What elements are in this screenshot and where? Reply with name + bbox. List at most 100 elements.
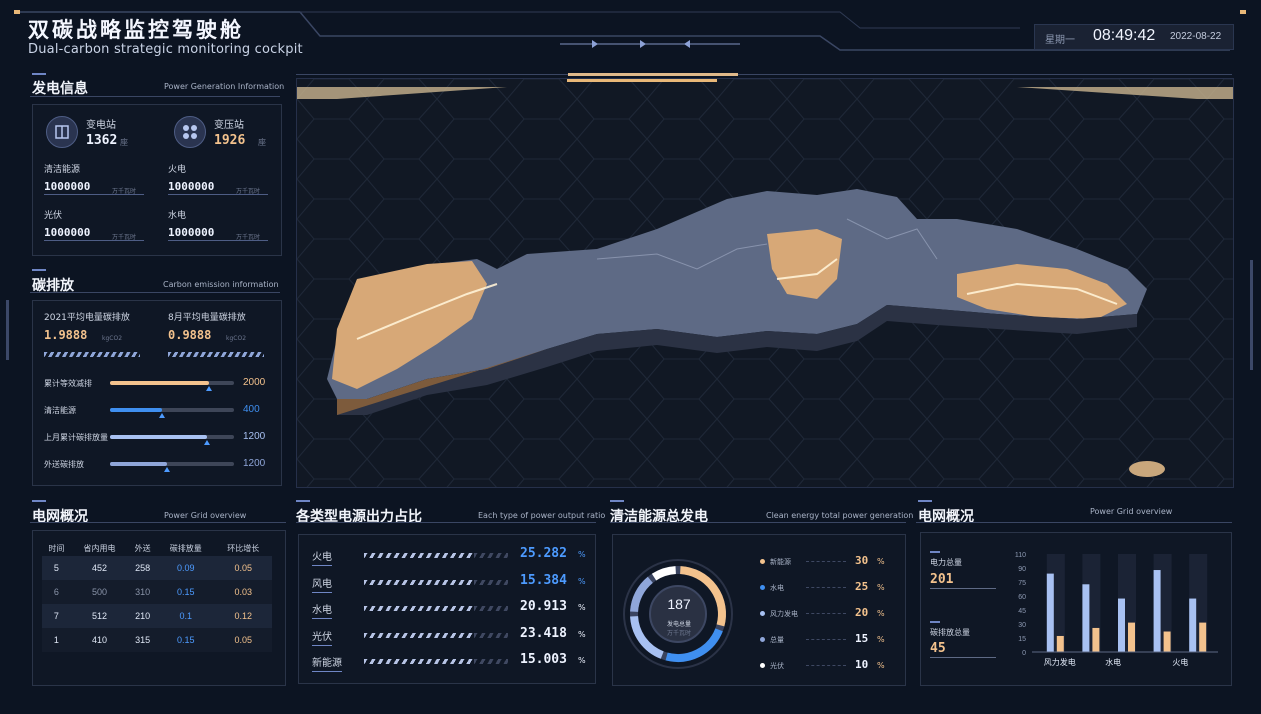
ratio-label: 水电 bbox=[312, 601, 332, 619]
legend-unit: % bbox=[877, 583, 885, 592]
table-cell: 7 bbox=[53, 611, 59, 621]
ratio-label: 火电 bbox=[312, 548, 332, 566]
carbon-year-stripe bbox=[44, 352, 140, 357]
legend-value: 30 bbox=[855, 554, 869, 567]
carbon-total-label: 碳排放总量 bbox=[930, 628, 970, 637]
divider bbox=[168, 194, 268, 195]
legend-leader bbox=[806, 587, 846, 588]
legend-label: 总量 bbox=[770, 636, 784, 644]
bar-series-1[interactable] bbox=[1189, 598, 1197, 652]
table-cell: 258 bbox=[135, 563, 151, 573]
table-row[interactable]: 5 452 258 0.09 0.05 bbox=[42, 556, 272, 580]
table-row[interactable]: 7 512 210 0.1 0.12 bbox=[42, 604, 272, 628]
table-cell: 0.05 bbox=[234, 635, 253, 645]
table-row[interactable]: 1 410 315 0.15 0.05 bbox=[42, 628, 272, 652]
donut-center-label: 发电总量 bbox=[666, 621, 691, 628]
map-3d-view bbox=[297, 79, 1233, 487]
map-panel[interactable] bbox=[296, 78, 1234, 488]
ratio-unit: % bbox=[578, 550, 586, 559]
gen-item-value: 1000000 bbox=[44, 226, 91, 239]
ratio-label: 新能源 bbox=[312, 654, 342, 672]
carbon-bar-fill bbox=[110, 381, 210, 385]
panel-tick bbox=[32, 73, 46, 75]
clean-energy-title: 清洁能源总发电 bbox=[610, 509, 708, 525]
transformer-unit: 座 bbox=[258, 138, 266, 147]
y-tick-label: 110 bbox=[1015, 552, 1026, 559]
ratio-unit: % bbox=[578, 629, 586, 639]
divider bbox=[44, 240, 144, 241]
grid-table-title: 电网概况 bbox=[32, 509, 88, 525]
panel-tick bbox=[32, 269, 46, 271]
table-cell: 0.12 bbox=[234, 611, 253, 621]
bar-series-2[interactable] bbox=[1199, 622, 1207, 652]
donut-segment[interactable] bbox=[651, 566, 677, 581]
y-tick-label: 60 bbox=[1018, 594, 1026, 601]
divider bbox=[930, 657, 996, 658]
legend-leader bbox=[806, 639, 846, 640]
bar-series-2[interactable] bbox=[1163, 631, 1171, 652]
ratio-value: 15.003 bbox=[520, 652, 567, 667]
left-edge-bar bbox=[6, 300, 9, 360]
generation-subtitle: Power Generation Information bbox=[164, 82, 285, 91]
ratio-stripe bbox=[364, 606, 474, 611]
transformer-icon bbox=[174, 116, 206, 148]
y-tick-label: 30 bbox=[1018, 622, 1026, 629]
carbon-bar-track bbox=[110, 381, 234, 385]
right-edge-bar bbox=[1250, 260, 1253, 370]
transformer-label: 变压站 bbox=[214, 120, 244, 131]
panel-tick bbox=[930, 551, 940, 553]
panel-underline bbox=[610, 522, 906, 523]
bar-series-1[interactable] bbox=[1082, 584, 1090, 652]
table-header: 外送 bbox=[134, 543, 151, 553]
generation-title: 发电信息 bbox=[32, 81, 88, 97]
table-cell: 500 bbox=[91, 587, 108, 597]
substation-label: 变电站 bbox=[86, 120, 116, 131]
bar-series-1[interactable] bbox=[1153, 570, 1161, 652]
substation-unit: 座 bbox=[120, 138, 128, 147]
carbon-bar-track bbox=[110, 408, 234, 412]
substation-icon bbox=[46, 116, 78, 148]
bar-series-2[interactable] bbox=[1056, 635, 1064, 652]
x-tick-label: 风力发电 bbox=[1044, 657, 1076, 667]
table-cell: 315 bbox=[135, 635, 151, 645]
table-cell: 410 bbox=[91, 635, 108, 645]
carbon-bar-value: 2000 bbox=[243, 377, 266, 388]
carbon-bar-marker bbox=[206, 386, 213, 391]
ratio-stripe-track bbox=[474, 632, 508, 638]
legend-leader bbox=[806, 613, 846, 614]
output-ratio-subtitle: Each type of power output ratio bbox=[478, 511, 606, 520]
divider bbox=[44, 194, 144, 195]
legend-dot bbox=[760, 611, 765, 616]
panel-underline bbox=[30, 96, 280, 97]
table-cell: 0.1 bbox=[179, 611, 192, 621]
ratio-unit: % bbox=[578, 656, 586, 665]
carbon-month-stripe bbox=[168, 352, 264, 357]
carbon-bar-value: 400 bbox=[243, 404, 260, 415]
ratio-stripe bbox=[364, 632, 474, 638]
legend-leader bbox=[806, 561, 846, 562]
bar-series-1[interactable] bbox=[1046, 573, 1054, 652]
ratio-stripe bbox=[364, 553, 474, 558]
weekday-label: 星期一 bbox=[1045, 35, 1075, 46]
ratio-value: 23.418 bbox=[520, 625, 567, 641]
panel-tick bbox=[930, 621, 940, 623]
legend-label: 新能源 bbox=[770, 558, 791, 566]
bar-series-2[interactable] bbox=[1128, 622, 1135, 652]
bar-series-2[interactable] bbox=[1092, 627, 1100, 652]
ratio-label: 光伏 bbox=[312, 628, 332, 646]
ratio-stripe-track bbox=[474, 553, 508, 558]
legend-dot bbox=[760, 637, 765, 642]
table-row[interactable]: 6 500 310 0.15 0.03 bbox=[42, 580, 272, 604]
bar-series-1[interactable] bbox=[1118, 598, 1125, 652]
carbon-bar-fill bbox=[110, 435, 207, 439]
carbon-bar-label: 清洁能源 bbox=[44, 406, 76, 415]
carbon-year-value: 1.9888 bbox=[44, 328, 88, 342]
legend-value: 10 bbox=[855, 658, 869, 671]
y-tick-label: 45 bbox=[1018, 608, 1026, 615]
y-tick-label: 75 bbox=[1018, 580, 1026, 587]
page-title: 双碳战略监控驾驶舱 bbox=[28, 18, 244, 42]
legend-value: 25 bbox=[855, 580, 869, 593]
donut-segment[interactable] bbox=[630, 576, 653, 613]
carbon-bar-track bbox=[110, 435, 234, 439]
ratio-label: 风电 bbox=[312, 575, 332, 593]
